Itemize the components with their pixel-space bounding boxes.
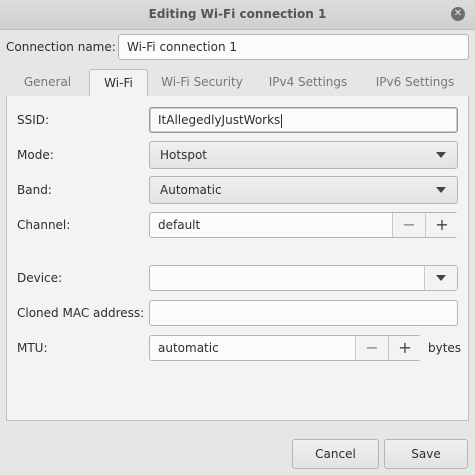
tab-ipv4-settings[interactable]: IPv4 Settings [258, 69, 358, 95]
connection-name-field[interactable]: Wi-Fi connection 1 [118, 34, 469, 60]
device-combo-entry[interactable] [149, 265, 458, 291]
cloned-mac-field[interactable] [149, 300, 458, 326]
tab-wifi[interactable]: Wi-Fi [89, 69, 148, 96]
dialog-window: Editing Wi-Fi connection 1 ✕ Connection … [0, 0, 475, 475]
mode-label: Mode: [17, 148, 54, 162]
connection-name-label: Connection name: [6, 40, 116, 54]
cancel-button[interactable]: Cancel [292, 439, 379, 469]
ssid-label: SSID: [17, 113, 50, 127]
tab-bar: General Wi-Fi Wi-Fi Security IPv4 Settin… [6, 69, 469, 97]
tab-wifi-security[interactable]: Wi-Fi Security [152, 69, 252, 95]
tab-general[interactable]: General [6, 69, 89, 95]
tab-ipv6-settings[interactable]: IPv6 Settings [365, 69, 465, 95]
ssid-field[interactable]: ItAllegedlyJustWorks [149, 107, 458, 133]
save-button[interactable]: Save [384, 439, 468, 469]
mtu-value: automatic [158, 341, 219, 355]
mtu-increment-button[interactable]: + [388, 336, 421, 360]
channel-label: Channel: [17, 218, 71, 232]
channel-value: default [158, 218, 201, 232]
text-cursor [281, 113, 283, 128]
mode-value: Hotspot [160, 148, 207, 162]
mode-dropdown[interactable]: Hotspot [149, 141, 458, 169]
device-label: Device: [17, 271, 63, 285]
mtu-spinbox[interactable]: automatic − + [149, 335, 421, 361]
band-label: Band: [17, 183, 52, 197]
mtu-decrement-button[interactable]: − [355, 336, 388, 360]
chevron-down-icon [436, 152, 446, 158]
channel-increment-button[interactable]: + [425, 213, 458, 237]
chevron-down-icon [436, 275, 446, 281]
channel-spinbox[interactable]: default − + [149, 212, 458, 238]
title-bar[interactable]: Editing Wi-Fi connection 1 ✕ [0, 0, 475, 30]
ssid-value: ItAllegedlyJustWorks [158, 113, 281, 127]
window-title: Editing Wi-Fi connection 1 [148, 7, 327, 21]
cloned-mac-label: Cloned MAC address: [17, 306, 145, 320]
device-dropdown-button[interactable] [424, 266, 457, 290]
close-icon[interactable]: ✕ [451, 7, 465, 21]
band-value: Automatic [160, 183, 222, 197]
channel-decrement-button[interactable]: − [392, 213, 425, 237]
mtu-unit-label: bytes [428, 341, 462, 355]
band-dropdown[interactable]: Automatic [149, 176, 458, 204]
mtu-label: MTU: [17, 341, 48, 355]
chevron-down-icon [436, 187, 446, 193]
